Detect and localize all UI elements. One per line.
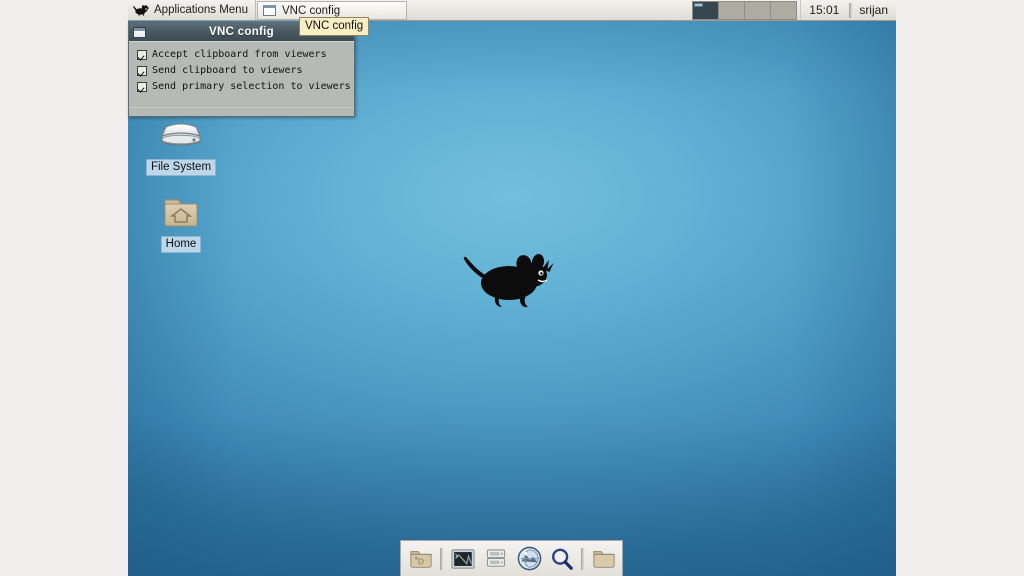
vnc-config-body: Accept clipboard from viewers Send clipb… <box>129 41 354 116</box>
window-icon <box>262 5 276 16</box>
tooltip: VNC config <box>299 17 370 36</box>
top-panel[interactable]: Applications Menu VNC config 15:01 srija… <box>128 0 896 21</box>
desktop-icon-home[interactable]: Home <box>144 192 218 253</box>
hard-drive-icon <box>161 123 201 146</box>
checkbox-indicator[interactable] <box>137 50 147 60</box>
applications-menu-label: Applications Menu <box>154 4 248 16</box>
workspace-4[interactable] <box>771 1 797 19</box>
workspace-1[interactable] <box>693 1 719 19</box>
xfce-mouse-logo <box>463 254 554 308</box>
taskbar-item-label: VNC config <box>281 4 341 17</box>
desktop-icon-label: File System <box>145 159 217 176</box>
terminal-icon[interactable] <box>448 545 478 573</box>
show-desktop-icon[interactable]: D <box>406 545 436 573</box>
checkbox-indicator[interactable] <box>137 66 147 76</box>
window-bottom-strip <box>129 107 354 116</box>
screen: File System Home D Applications Menu VNC… <box>0 0 1024 576</box>
workspace-3[interactable] <box>745 1 771 19</box>
panel-separator <box>849 2 854 18</box>
desktop-icon-label: Home <box>160 236 202 253</box>
xfce-mouse-icon <box>133 5 149 17</box>
dock-separator <box>440 547 444 570</box>
workspace-2[interactable] <box>719 1 745 19</box>
checkbox-label: Accept clipboard from viewers <box>152 49 327 60</box>
search-icon[interactable] <box>547 545 577 573</box>
panel-right-area: 15:01 srijan <box>692 0 896 20</box>
checkbox-label: Send clipboard to viewers <box>152 65 303 76</box>
file-manager-icon[interactable] <box>481 545 511 573</box>
home-folder-icon <box>164 199 198 227</box>
checkbox-indicator[interactable] <box>137 82 147 92</box>
checkbox-send-primary-selection-to-viewers[interactable]: Send primary selection to viewers <box>137 81 354 93</box>
folder-icon[interactable] <box>589 545 619 573</box>
clock[interactable]: 15:01 <box>800 0 847 20</box>
vnc-config-window[interactable]: VNC config Accept clipboard from viewers… <box>128 22 355 117</box>
workspace-window-indicator <box>694 2 704 7</box>
checkbox-send-clipboard-to-viewers[interactable]: Send clipboard to viewers <box>137 65 354 77</box>
svg-text:D: D <box>418 556 424 566</box>
desktop-icon-file-system[interactable]: File System <box>144 115 218 176</box>
dock-panel[interactable]: D <box>400 540 623 576</box>
workspace-switcher[interactable] <box>692 0 798 20</box>
dock-separator <box>581 547 585 570</box>
user-name[interactable]: srijan <box>855 0 896 20</box>
checkbox-label: Send primary selection to viewers <box>152 81 351 92</box>
web-browser-icon[interactable] <box>514 545 544 573</box>
checkbox-accept-clipboard-from-viewers[interactable]: Accept clipboard from viewers <box>137 49 354 61</box>
window-menu-icon[interactable] <box>133 26 146 38</box>
applications-menu-button[interactable]: Applications Menu <box>128 0 256 20</box>
